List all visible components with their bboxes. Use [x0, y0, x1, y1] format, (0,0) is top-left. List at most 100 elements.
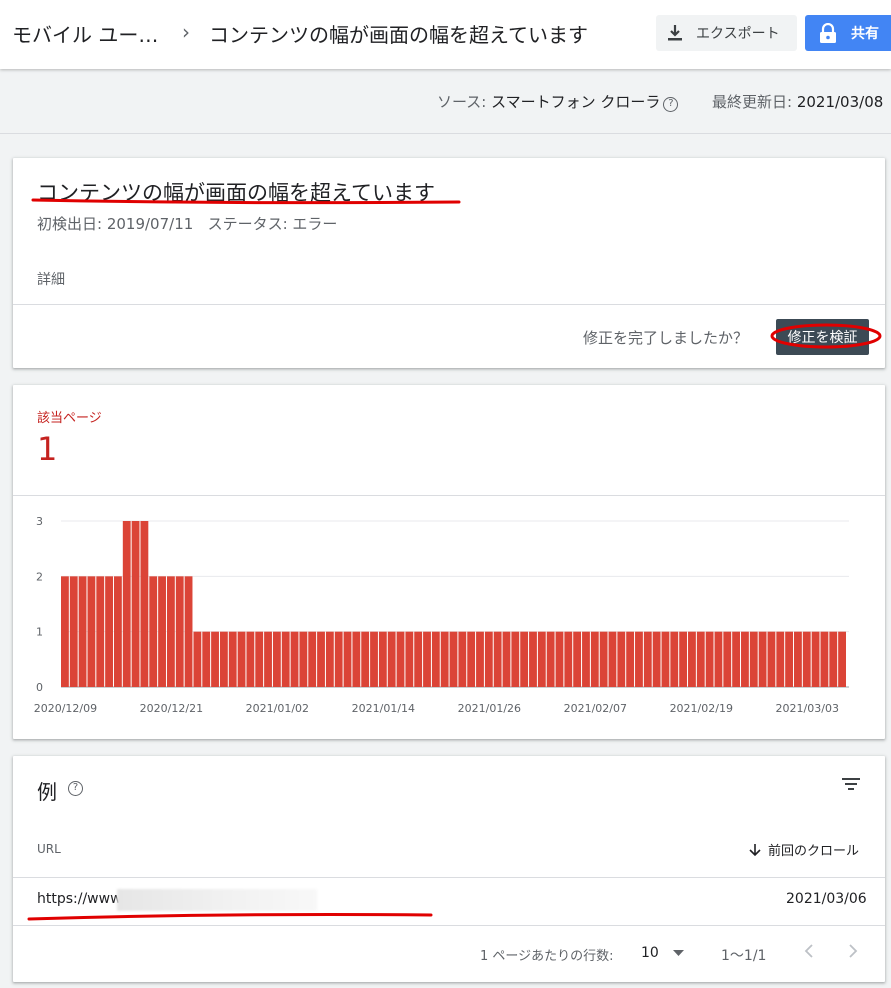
x-tick-label: 2021/02/07 [564, 702, 627, 715]
chart-bar [211, 631, 219, 687]
affected-pages-count: 1 [37, 430, 58, 468]
chart-bar [590, 631, 599, 687]
pagination-range: 1〜1/1 [721, 948, 767, 964]
chart-bar [838, 631, 846, 687]
chart-bar [582, 631, 590, 687]
annotation-underline [27, 913, 433, 921]
examples-title: 例 [37, 780, 57, 804]
divider [13, 925, 885, 926]
examples-card: 例 ? URL 前回のクロール https://www. 2021/03/06 … [13, 756, 885, 982]
chart-bar [564, 631, 573, 687]
lock-icon [820, 23, 836, 43]
filter-icon[interactable] [842, 776, 860, 792]
chart-bar [767, 631, 776, 687]
chart-bar [317, 631, 325, 687]
breadcrumb-parent[interactable]: モバイル ユー… [12, 19, 158, 48]
affected-pages-card: 該当ページ 1 0 1 2 3 2020/12/09 2020/12/21 2021/01/… [13, 385, 885, 739]
issue-status: ステータス: エラー [207, 215, 338, 233]
chart-bar [573, 631, 582, 687]
column-header-last-crawl[interactable]: 前回のクロール [748, 840, 859, 859]
chart-bar [387, 631, 396, 687]
chart-bar [661, 631, 670, 687]
column-header-last-crawl-label: 前回のクロール [768, 844, 860, 859]
chart-bar [281, 631, 290, 687]
y-tick-label: 1 [36, 626, 43, 639]
annotation-underline [31, 198, 461, 205]
chart-bar [732, 631, 741, 687]
chevron-right-icon[interactable] [846, 943, 860, 959]
chart-bar [688, 631, 696, 687]
issue-meta: 初検出日: 2019/07/11 ステータス: エラー [37, 213, 337, 234]
chart-bar [829, 631, 838, 687]
chart-bar [202, 631, 211, 687]
source-label: ソース: [437, 93, 492, 111]
chart-bar [635, 631, 643, 687]
download-icon [668, 25, 682, 41]
help-icon[interactable]: ? [68, 781, 83, 796]
chart-bar [361, 631, 370, 687]
chart-bar [87, 576, 96, 687]
y-tick-label: 3 [36, 515, 43, 528]
updated-label: 最終更新日: [712, 93, 797, 111]
share-button[interactable]: 共有 [805, 15, 891, 51]
chart-bar [749, 631, 758, 687]
chart-bar [140, 521, 149, 687]
x-tick-label: 2020/12/21 [140, 702, 203, 715]
chart-bar [113, 576, 122, 687]
breadcrumb-separator: › [182, 20, 190, 44]
chart-bar [184, 576, 193, 687]
dropdown-arrow-icon[interactable] [673, 950, 684, 956]
issue-card: コンテンツの幅が画面の幅を超えています 初検出日: 2019/07/11 ステー… [13, 158, 885, 368]
source-value: スマートフォン クローラ [491, 93, 661, 111]
export-button[interactable]: エクスポート [656, 15, 797, 51]
chart-bar [343, 631, 352, 687]
chart-bar [776, 631, 785, 687]
chart-bar [458, 631, 467, 687]
arrow-down-icon [749, 843, 761, 856]
source-info: ソース: スマートフォン クローラ? 最終更新日: 2021/03/08 [0, 69, 891, 134]
help-icon[interactable]: ? [663, 97, 679, 112]
validate-fix-button[interactable]: 修正を検証 [776, 319, 869, 355]
table-row-url[interactable]: https://www. [37, 891, 125, 907]
chart-bar [502, 631, 511, 687]
chart-bar [105, 576, 113, 687]
chart-bar [78, 576, 87, 687]
chart-bar [149, 576, 158, 687]
chart-bar [741, 631, 749, 687]
y-tick-label: 0 [36, 681, 43, 694]
chart-bar [414, 631, 423, 687]
chart-bar [431, 631, 440, 687]
chart-bar [193, 631, 202, 687]
chart-bar [440, 631, 449, 687]
chart-bar [785, 631, 794, 687]
top-bar: モバイル ユー… › コンテンツの幅が画面の幅を超えています エクスポート 共有 [0, 0, 891, 69]
chart-bar [714, 631, 723, 687]
chart-bar [334, 631, 343, 687]
rows-per-page-label: 1 ページあたりの行数: [480, 949, 614, 964]
chart-bar [370, 631, 378, 687]
chart-bar [802, 631, 811, 687]
chart-bar [69, 576, 78, 687]
y-tick-label: 2 [36, 570, 43, 583]
chart-bar [299, 631, 308, 687]
chart-bar [476, 631, 484, 687]
table-row-date: 2021/03/06 [786, 891, 867, 907]
chart-bar [794, 631, 802, 687]
details-label[interactable]: 詳細 [37, 269, 65, 289]
rows-per-page-select[interactable]: 10 [641, 945, 659, 961]
fix-question: 修正を完了しましたか？ [583, 329, 749, 347]
source-text: ソース: スマートフォン クローラ? [437, 91, 679, 112]
chart-bar [246, 631, 255, 687]
chart-bar [484, 631, 493, 687]
chevron-left-icon[interactable] [802, 943, 816, 959]
chart-bar [166, 576, 175, 687]
first-detected: 初検出日: 2019/07/11 [37, 215, 194, 233]
chart-bar [529, 631, 537, 687]
chart-bar [679, 631, 688, 687]
last-updated: 最終更新日: 2021/03/08 [712, 91, 883, 112]
chart-bar [228, 631, 237, 687]
chart-bar [617, 631, 626, 687]
chart-bar [290, 631, 299, 687]
chart-bar [378, 631, 387, 687]
chart-bar [131, 521, 140, 687]
